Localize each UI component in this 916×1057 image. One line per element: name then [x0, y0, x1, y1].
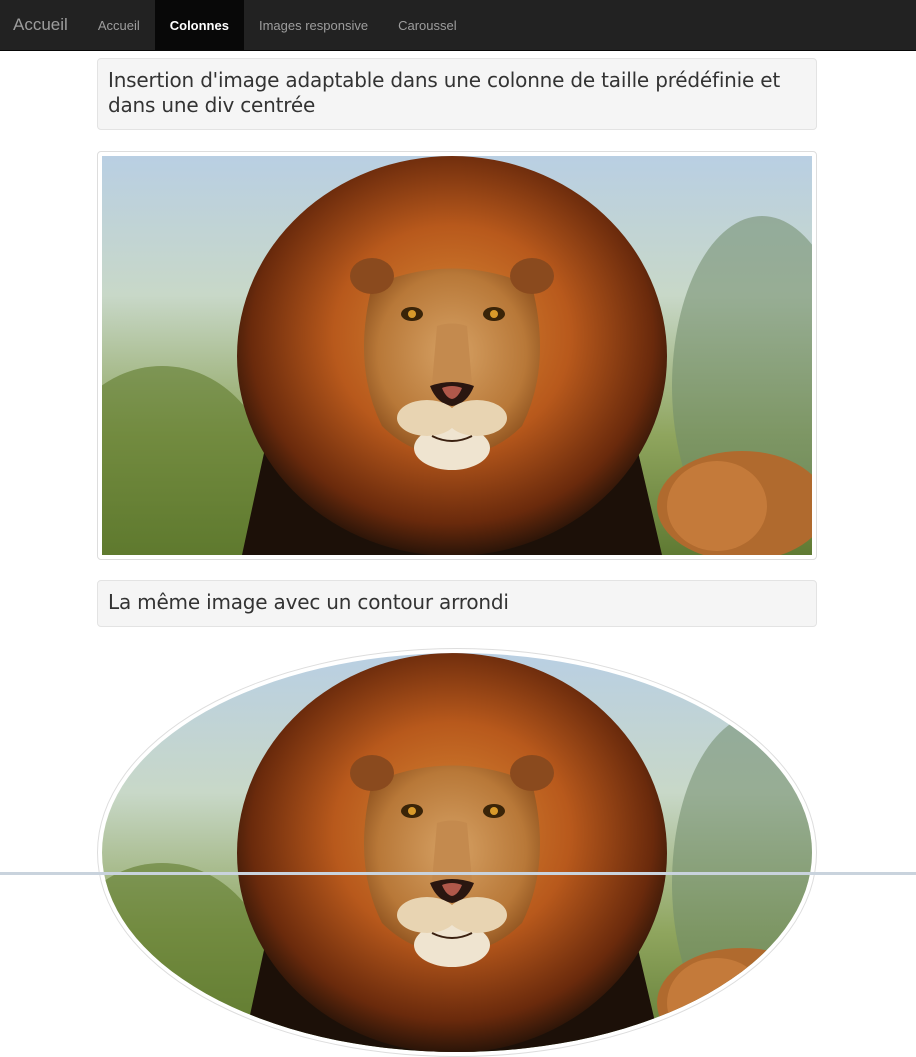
lion-image-rounded — [97, 648, 817, 1057]
nav-menu: Accueil Colonnes Images responsive Carou… — [83, 0, 472, 50]
section-title-responsive-image: Insertion d'image adaptable dans une col… — [97, 58, 817, 130]
nav-item-colonnes[interactable]: Colonnes — [154, 0, 244, 50]
nav-item-caroussel[interactable]: Caroussel — [383, 0, 472, 50]
top-navbar: Accueil Accueil Colonnes Images responsi… — [0, 0, 916, 51]
lion-image-thumbnail — [97, 151, 817, 560]
main-container: Insertion d'image adaptable dans une col… — [97, 58, 817, 1057]
lion-photo-rounded — [102, 653, 812, 1052]
navbar-brand[interactable]: Accueil — [0, 0, 83, 50]
lion-photo — [102, 156, 812, 555]
nav-item-images-responsive[interactable]: Images responsive — [244, 0, 383, 50]
section-title-rounded-image: La même image avec un contour arrondi — [97, 580, 817, 627]
nav-item-accueil[interactable]: Accueil — [83, 0, 155, 50]
